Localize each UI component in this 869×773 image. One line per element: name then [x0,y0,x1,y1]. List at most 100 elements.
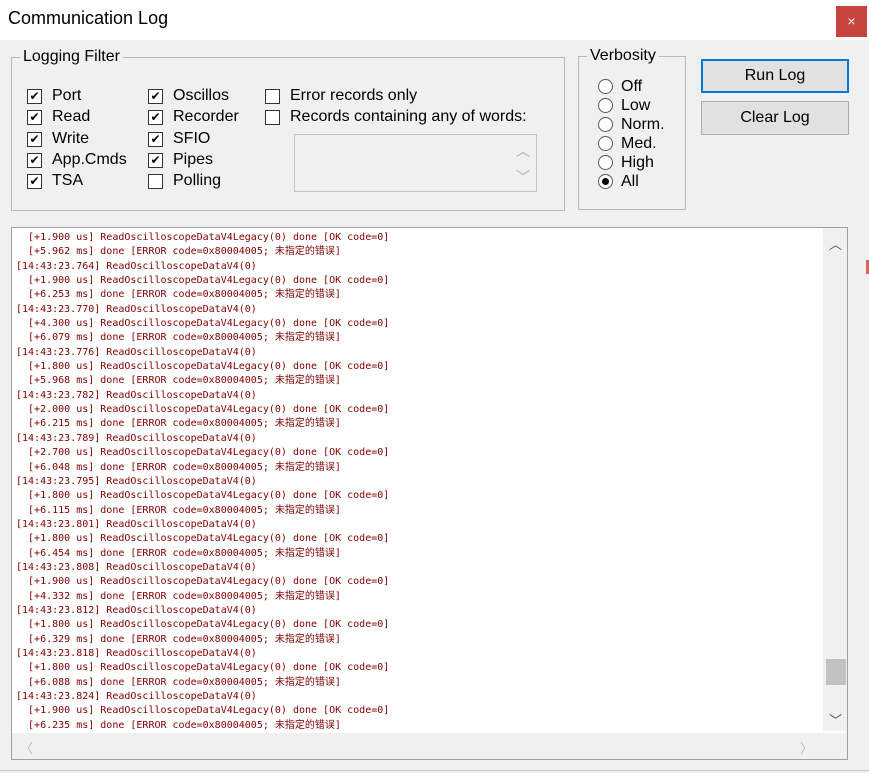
close-button[interactable]: × [836,6,867,37]
verbosity-med-radio[interactable] [598,136,613,151]
verbosity-option-off[interactable]: Off [598,77,642,96]
window-title: Communication Log [8,8,169,28]
words-scroll-down-icon: ﹀ [516,169,530,185]
checkbox-tsa[interactable]: ✔ TSA [27,171,83,191]
checkbox-port-label: Port [52,87,82,104]
verbosity-high-radio[interactable] [598,155,613,170]
bottom-divider [0,770,869,771]
chevron-up-icon[interactable]: ︿ [829,234,842,253]
log-line: [+1.800 us] ReadOscilloscopeDataV4Legacy… [16,662,390,674]
log-line: [14:43:23.789] ReadOscilloscopeDataV4(0) [16,432,257,444]
checkbox-write-label: Write [52,130,90,147]
checkbox-records-containing-words-box[interactable] [265,109,280,125]
log-line: [+4.332 ms] done [ERROR code=0x80004005;… [16,590,341,602]
words-input[interactable]: ︿ ﹀ [294,134,537,192]
chevron-right-icon[interactable]: 〉 [800,738,813,757]
checkbox-tsa-box[interactable]: ✔ [27,173,42,189]
checkbox-recorder[interactable]: ✔ Recorder [148,107,239,127]
checkbox-oscillos-label: Oscillos [173,87,230,104]
verbosity-option-norm[interactable]: Norm. [598,115,665,134]
checkbox-oscillos-box[interactable]: ✔ [148,88,163,104]
verbosity-all-radio[interactable] [598,174,613,189]
checkbox-read-box[interactable]: ✔ [27,109,42,125]
log-line: [+1.900 us] ReadOscilloscopeDataV4Legacy… [16,232,390,243]
log-line: [+6.115 ms] done [ERROR code=0x80004005;… [16,504,341,516]
verbosity-low-radio[interactable] [598,98,613,113]
log-line: [+1.900 us] ReadOscilloscopeDataV4Legacy… [16,275,390,287]
log-line: [+6.048 ms] done [ERROR code=0x80004005;… [16,461,341,473]
scrollbar-corner [823,733,847,759]
checkbox-polling[interactable]: Polling [148,171,221,191]
verbosity-option-low[interactable]: Low [598,96,650,115]
log-lines: [+1.900 us] ReadOscilloscopeDataV4Legacy… [16,231,816,733]
log-line: [+1.800 us] ReadOscilloscopeDataV4Legacy… [16,361,390,373]
chevron-left-icon[interactable]: 〈 [20,738,33,757]
log-line: [14:43:23.776] ReadOscilloscopeDataV4(0) [16,346,257,358]
checkbox-write-box[interactable]: ✔ [27,131,42,147]
log-line: [+6.235 ms] done [ERROR code=0x80004005;… [16,719,341,731]
checkbox-recorder-label: Recorder [173,108,239,125]
checkbox-sfio-label: SFIO [173,130,211,147]
checkbox-error-records-only-box[interactable] [265,88,280,104]
checkbox-read-label: Read [52,108,91,125]
log-line: [+1.800 us] ReadOscilloscopeDataV4Legacy… [16,619,390,631]
log-line: [+6.454 ms] done [ERROR code=0x80004005;… [16,547,341,559]
horizontal-scrollbar[interactable]: 〈 〉 [12,733,823,759]
log-line: [+6.329 ms] done [ERROR code=0x80004005;… [16,633,341,645]
checkbox-oscillos[interactable]: ✔ Oscillos [148,86,229,106]
log-line: [+1.900 us] ReadOscilloscopeDataV4Legacy… [16,705,390,717]
log-line: [+6.088 ms] done [ERROR code=0x80004005;… [16,676,341,688]
clear-log-button[interactable]: Clear Log [701,101,849,135]
verbosity-low-label: Low [621,96,651,114]
log-line: [14:43:23.764] ReadOscilloscopeDataV4(0) [16,260,257,272]
log-line: [14:43:23.812] ReadOscilloscopeDataV4(0) [16,604,257,616]
log-line: [+1.800 us] ReadOscilloscopeDataV4Legacy… [16,490,390,502]
log-line: [14:43:23.818] ReadOscilloscopeDataV4(0) [16,647,257,659]
verbosity-off-label: Off [621,77,643,95]
log-output[interactable]: [+1.900 us] ReadOscilloscopeDataV4Legacy… [11,227,848,760]
verbosity-title: Verbosity [587,47,659,65]
chevron-down-icon[interactable]: ﹀ [829,710,842,729]
logging-filter-title: Logging Filter [20,48,123,66]
checkbox-app-cmds-box[interactable]: ✔ [27,152,42,168]
checkbox-sfio-box[interactable]: ✔ [148,131,163,147]
log-line: [+4.300 us] ReadOscilloscopeDataV4Legacy… [16,318,390,330]
verbosity-high-label: High [621,153,654,171]
verbosity-option-all[interactable]: All [598,172,639,191]
log-line: [14:43:23.782] ReadOscilloscopeDataV4(0) [16,389,257,401]
verbosity-all-label: All [621,172,639,190]
run-log-button[interactable]: Run Log [701,59,849,93]
checkbox-pipes-box[interactable]: ✔ [148,152,163,168]
checkbox-write[interactable]: ✔ Write [27,129,89,149]
checkbox-polling-label: Polling [173,172,222,189]
log-line: [+2.000 us] ReadOscilloscopeDataV4Legacy… [16,404,390,416]
verbosity-norm-radio[interactable] [598,117,613,132]
checkbox-polling-box[interactable] [148,173,163,189]
scrollbar-thumb[interactable] [826,658,846,685]
checkbox-records-containing-words[interactable]: Records containing any of words: [265,107,527,127]
verbosity-norm-label: Norm. [621,115,665,133]
log-line: [14:43:23.808] ReadOscilloscopeDataV4(0) [16,561,257,573]
verbosity-option-med[interactable]: Med. [598,134,657,153]
checkbox-recorder-box[interactable]: ✔ [148,109,163,125]
log-line: [+2.700 us] ReadOscilloscopeDataV4Legacy… [16,447,390,459]
log-line: [14:43:23.770] ReadOscilloscopeDataV4(0) [16,303,257,315]
verbosity-option-high[interactable]: High [598,153,654,172]
vertical-scrollbar[interactable]: ︿ ﹀ [823,228,847,731]
verbosity-med-label: Med. [621,134,657,152]
checkbox-port[interactable]: ✔ Port [27,86,81,106]
checkbox-read[interactable]: ✔ Read [27,107,90,127]
checkbox-pipes[interactable]: ✔ Pipes [148,150,213,170]
checkbox-error-records-only[interactable]: Error records only [265,86,417,106]
title-bar: Communication Log × [0,0,869,40]
log-line: [14:43:23.801] ReadOscilloscopeDataV4(0) [16,518,257,530]
log-line: [+6.253 ms] done [ERROR code=0x80004005;… [16,289,341,301]
checkbox-records-containing-words-label: Records containing any of words: [290,108,527,125]
checkbox-port-box[interactable]: ✔ [27,88,42,104]
log-line: [+1.800 us] ReadOscilloscopeDataV4Legacy… [16,533,390,545]
checkbox-tsa-label: TSA [52,172,84,189]
checkbox-sfio[interactable]: ✔ SFIO [148,129,210,149]
checkbox-app-cmds[interactable]: ✔ App.Cmds [27,150,127,170]
verbosity-off-radio[interactable] [598,79,613,94]
log-line: [+6.215 ms] done [ERROR code=0x80004005;… [16,418,341,430]
